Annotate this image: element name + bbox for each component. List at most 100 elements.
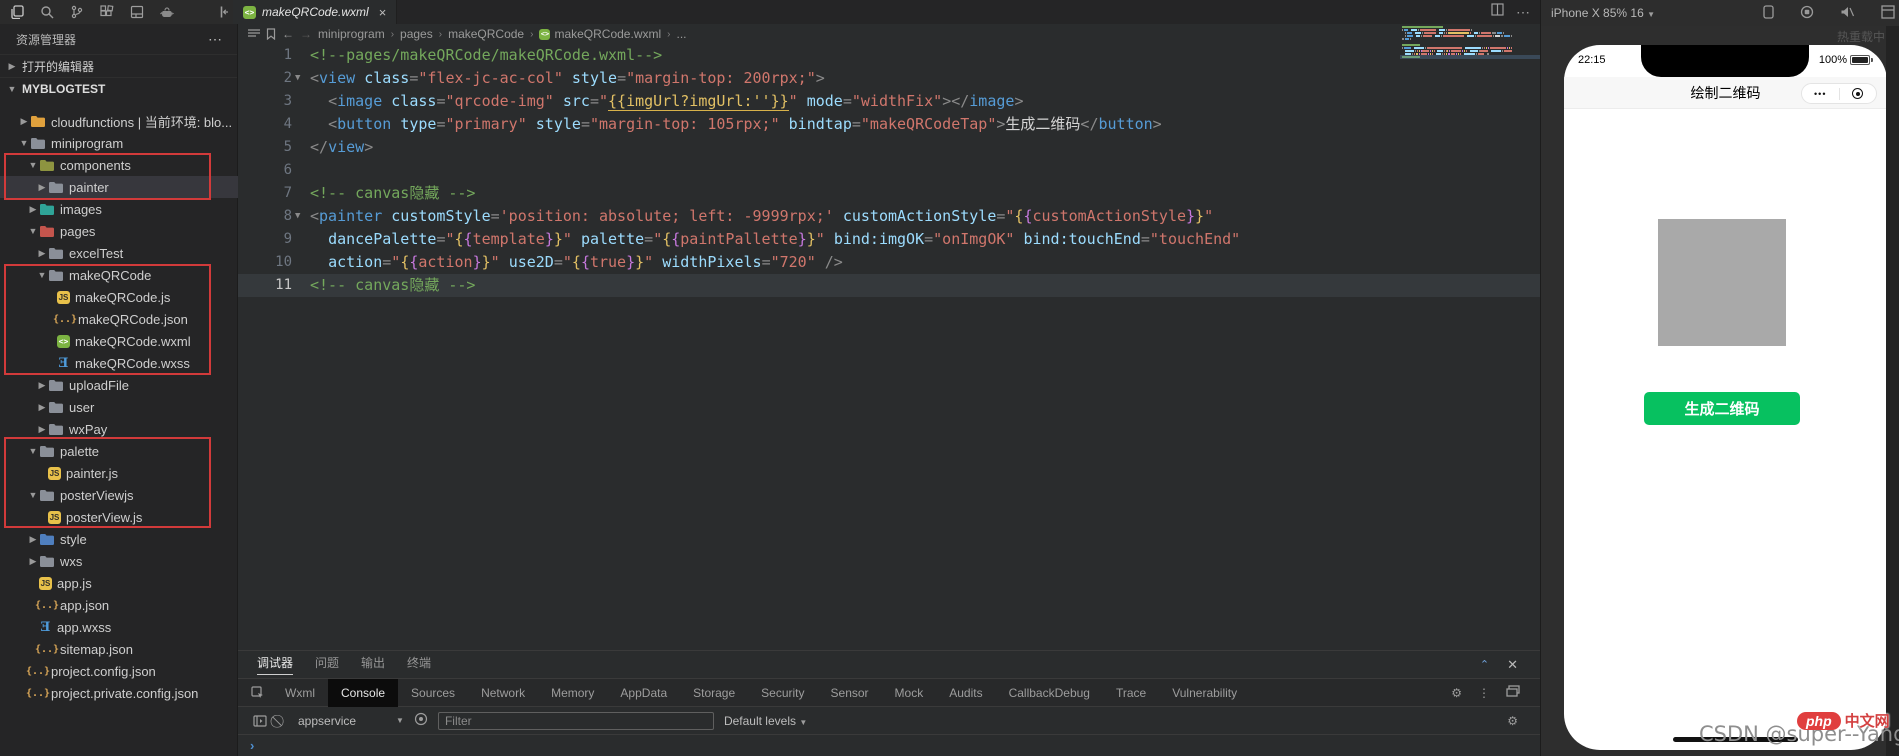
chevron-right-icon[interactable]: ▶ (36, 182, 48, 193)
devtools-tab-sensor[interactable]: Sensor (818, 679, 882, 707)
breadcrumb-item[interactable]: <> makeQRCode.wxml (539, 27, 661, 41)
chevron-right-icon[interactable]: ▶ (36, 380, 48, 391)
chevron-right-icon[interactable]: ▶ (27, 534, 39, 545)
record-icon[interactable] (1800, 5, 1814, 22)
fold-chevron-icon[interactable]: ▼ (295, 67, 300, 90)
tree-item-makeqrcode[interactable]: ▼ makeQRCode (0, 264, 238, 286)
chevron-down-icon[interactable]: ▼ (36, 270, 48, 280)
tree-item-exceltest[interactable]: ▶ excelTest (0, 242, 238, 264)
tree-item-makeqrcode.json[interactable]: {..} makeQRCode.json (0, 308, 238, 330)
rotate-device-icon[interactable] (1763, 4, 1774, 22)
tree-item-posterview.js[interactable]: JS posterView.js (0, 506, 238, 528)
tree-item-pages[interactable]: ▼ pages (0, 220, 238, 242)
breadcrumb-item[interactable]: pages (400, 27, 433, 41)
chevron-right-icon[interactable]: ▶ (36, 248, 48, 259)
console-settings-icon[interactable]: ⚙ (1507, 714, 1540, 728)
tree-item-posterviewjs[interactable]: ▼ posterViewjs (0, 484, 238, 506)
code-area[interactable]: 1 <!--pages/makeQRCode/makeQRCode.wxml-->… (238, 44, 1540, 650)
code-line-6[interactable]: 6 (238, 159, 1540, 182)
code-line-10[interactable]: 10 action="{{action}}" use2D="{{true}}" … (238, 251, 1540, 274)
tree-item-makeqrcode.js[interactable]: JS makeQRCode.js (0, 286, 238, 308)
tree-item-uploadfile[interactable]: ▶ uploadFile (0, 374, 238, 396)
log-levels-select[interactable]: Default levels ▼ (724, 714, 807, 728)
tree-item-cloudfunctions-blo...[interactable]: ▶ cloudfunctions | 当前环境: blo... (0, 110, 238, 132)
nav-back-icon[interactable]: ← (282, 27, 294, 41)
chevron-down-icon[interactable]: ▼ (27, 490, 39, 500)
tree-item-makeqrcode.wxss[interactable]: ƎmakeQRCode.wxss (0, 352, 238, 374)
kebab-menu-icon[interactable]: ⋮ (1478, 686, 1490, 700)
mute-icon[interactable] (1840, 5, 1855, 22)
code-line-8[interactable]: 8 ▼ <painter customStyle='position: absolu… (238, 205, 1540, 228)
devtools-tab-vulnerability[interactable]: Vulnerability (1159, 679, 1250, 707)
window-layout-icon[interactable] (128, 2, 147, 22)
panel-tab-输出[interactable]: 输出 (361, 654, 385, 675)
devtools-tab-security[interactable]: Security (748, 679, 817, 707)
devtools-tab-mock[interactable]: Mock (882, 679, 937, 707)
nav-forward-icon[interactable]: → (300, 27, 312, 41)
settings-gear-icon[interactable]: ⚙ (1451, 686, 1462, 700)
more-actions-icon[interactable]: ⋯ (1516, 4, 1530, 21)
files-icon[interactable] (7, 2, 26, 22)
context-select[interactable]: appservice ▼ (290, 714, 404, 728)
inspect-element-icon[interactable] (248, 683, 268, 703)
code-line-7[interactable]: 7 <!-- canvas隐藏 --> (238, 182, 1540, 205)
devtools-tab-memory[interactable]: Memory (538, 679, 607, 707)
split-editor-icon[interactable] (1491, 3, 1504, 21)
devtools-tab-audits[interactable]: Audits (936, 679, 995, 707)
tree-item-project.private.config.json[interactable]: {..} project.private.config.json (0, 682, 238, 704)
tree-item-painter.js[interactable]: JS painter.js (0, 462, 238, 484)
device-select[interactable]: iPhone X 85% 16 ▼ (1551, 6, 1655, 20)
fold-chevron-icon[interactable]: ▼ (295, 205, 300, 228)
search-icon[interactable] (37, 2, 56, 22)
panel-tab-终端[interactable]: 终端 (407, 654, 431, 675)
capsule-exit-icon[interactable] (1840, 88, 1877, 99)
chevron-down-icon[interactable]: ▼ (27, 160, 39, 170)
console-sidebar-icon[interactable] (250, 711, 270, 731)
devtools-tab-trace[interactable]: Trace (1103, 679, 1159, 707)
bookmark-icon[interactable] (266, 28, 276, 40)
devtools-tab-network[interactable]: Network (468, 679, 538, 707)
tab-close-icon[interactable]: × (379, 5, 387, 20)
breadcrumb-item[interactable]: miniprogram (318, 27, 385, 41)
close-panel-icon[interactable]: ✕ (1507, 657, 1518, 673)
code-line-11[interactable]: 11 <!-- canvas隐藏 --> (238, 274, 1540, 297)
tree-item-user[interactable]: ▶ user (0, 396, 238, 418)
tree-item-app.js[interactable]: JS app.js (0, 572, 238, 594)
dock-panel-icon[interactable] (1506, 685, 1520, 700)
tree-item-wxpay[interactable]: ▶ wxPay (0, 418, 238, 440)
chevron-right-icon[interactable]: ▶ (36, 402, 48, 413)
code-line-9[interactable]: 9 dancePalette="{{template}}" palette="{… (238, 228, 1540, 251)
expand-icon[interactable] (1881, 4, 1895, 22)
devtools-tab-sources[interactable]: Sources (398, 679, 468, 707)
tree-item-makeqrcode.wxml[interactable]: <> makeQRCode.wxml (0, 330, 238, 352)
code-line-2[interactable]: 2 ▼ <view class="flex-jc-ac-col" style="ma… (238, 67, 1540, 90)
teapot-icon[interactable] (158, 2, 177, 22)
tree-item-images[interactable]: ▶ images (0, 198, 238, 220)
tree-item-palette[interactable]: ▼ palette (0, 440, 238, 462)
devtools-tab-console[interactable]: Console (328, 678, 399, 707)
code-line-1[interactable]: 1 <!--pages/makeQRCode/makeQRCode.wxml--> (238, 44, 1540, 67)
maximize-panel-icon[interactable]: ⌃ (1480, 658, 1489, 671)
devtools-tab-appdata[interactable]: AppData (607, 679, 680, 707)
tree-item-wxs[interactable]: ▶ wxs (0, 550, 238, 572)
collapse-sidebar-icon[interactable] (214, 2, 233, 22)
generate-qrcode-button[interactable]: 生成二维码 (1644, 392, 1800, 425)
project-root[interactable]: ▼ MYBLOGTEST (0, 78, 237, 100)
filter-input[interactable] (437, 711, 714, 730)
capsule-more-icon[interactable]: ••• (1802, 89, 1839, 99)
eye-icon[interactable] (414, 712, 428, 729)
tree-item-painter[interactable]: ▶ painter (0, 176, 238, 198)
breadcrumb-item[interactable]: ... (677, 27, 687, 41)
console-prompt-row[interactable]: › (238, 734, 1540, 756)
capsule-button[interactable]: ••• (1801, 83, 1877, 104)
code-line-3[interactable]: 3 <image class="qrcode-img" src="{{imgUr… (238, 90, 1540, 113)
devtools-tab-storage[interactable]: Storage (680, 679, 748, 707)
tab-makeqrcode-wxml[interactable]: <> makeQRCode.wxml × (233, 0, 398, 24)
chevron-right-icon[interactable]: ▶ (36, 424, 48, 435)
devtools-tab-callbackdebug[interactable]: CallbackDebug (996, 679, 1103, 707)
tree-item-style[interactable]: ▶ style (0, 528, 238, 550)
extensions-icon[interactable] (97, 2, 116, 22)
breadcrumb-item[interactable]: makeQRCode (448, 27, 524, 41)
tree-item-sitemap.json[interactable]: {..} sitemap.json (0, 638, 238, 660)
tree-item-app.wxss[interactable]: Ǝapp.wxss (0, 616, 238, 638)
